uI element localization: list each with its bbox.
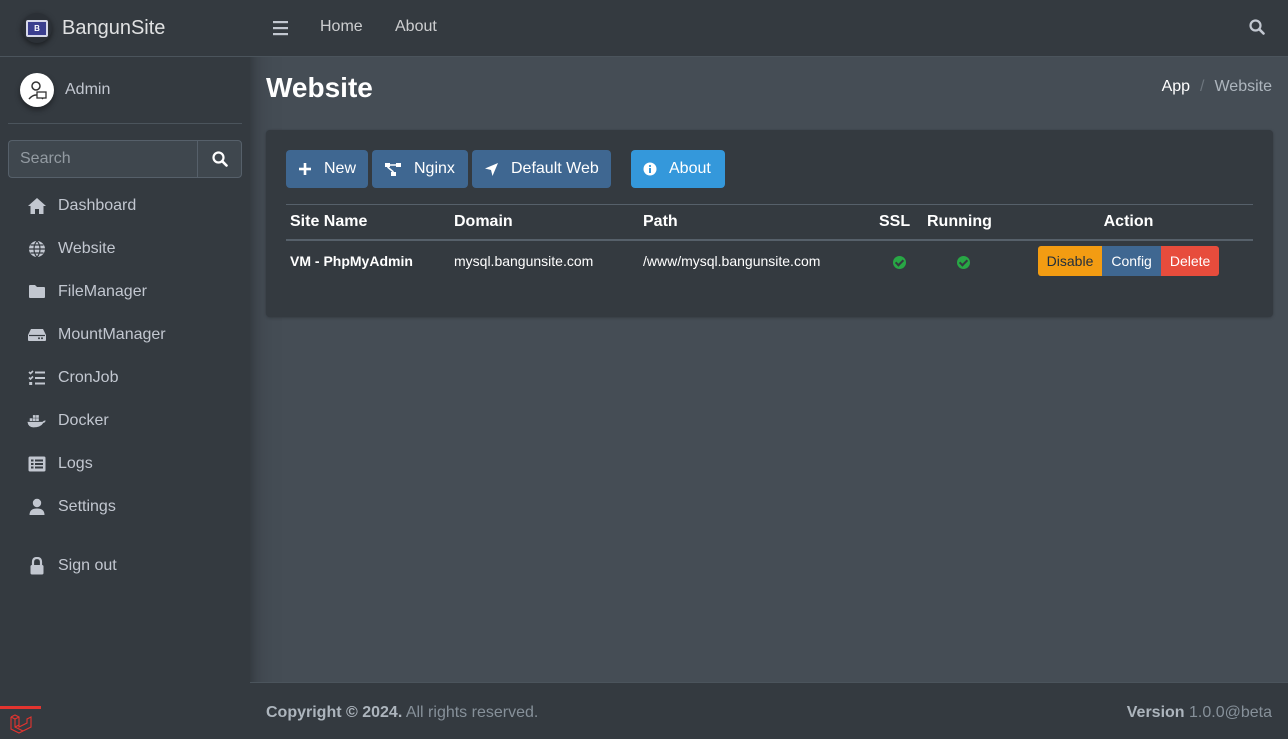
list-alt-icon: [27, 454, 47, 474]
hdd-icon: [27, 325, 47, 345]
plus-icon: [298, 162, 312, 176]
sidebar-item-label: FileManager: [58, 282, 147, 300]
navbar-search-button[interactable]: [1249, 19, 1265, 40]
default-web-button[interactable]: Default Web: [472, 150, 611, 188]
column-header-domain[interactable]: Domain: [450, 204, 639, 241]
sidebar-item-mountmanager[interactable]: MountManager: [8, 313, 242, 356]
sidebar-search: [8, 140, 242, 178]
top-navbar: Home About: [250, 0, 1288, 57]
tasks-icon: [27, 368, 47, 388]
column-header-action[interactable]: Action: [1004, 204, 1253, 241]
row-action-group: Disable Config Delete: [1037, 246, 1220, 276]
search-icon: [1249, 19, 1265, 35]
default-web-button-label: Default Web: [511, 160, 599, 177]
footer-version: Version 1.0.0@beta: [1127, 704, 1272, 722]
website-table: Site Name Domain Path SSL Running Action…: [286, 204, 1253, 282]
cell-site-name: VM - PhpMyAdmin: [290, 253, 413, 269]
table-row: VM - PhpMyAdmin mysql.bangunsite.com /ww…: [286, 240, 1253, 282]
search-icon: [211, 151, 228, 167]
user-name: Admin: [65, 81, 111, 98]
check-circle-icon: [892, 255, 906, 269]
brand-link[interactable]: B BangunSite: [0, 0, 250, 57]
cell-action: Disable Config Delete: [1004, 240, 1253, 282]
brand-name: BangunSite: [62, 16, 166, 39]
user-icon: [27, 497, 47, 517]
sidebar-item-website[interactable]: Website: [8, 227, 242, 270]
brand-logo-letter: B: [26, 19, 48, 37]
column-header-path[interactable]: Path: [639, 204, 875, 241]
sidebar-item-signout[interactable]: Sign out: [8, 544, 242, 587]
project-diagram-icon: [384, 162, 402, 177]
globe-icon: [27, 239, 47, 259]
website-card: New Nginx Default Web About Site Name Do…: [266, 130, 1273, 317]
nginx-button[interactable]: Nginx: [372, 150, 468, 188]
breadcrumb: App / Website: [1162, 78, 1272, 96]
sidebar-item-label: Sign out: [58, 556, 117, 574]
check-circle-icon: [957, 255, 970, 269]
main-footer: Copyright © 2024. All rights reserved. V…: [250, 682, 1288, 739]
sidebar-item-label: Settings: [58, 497, 116, 515]
debugbar-toggle[interactable]: [0, 706, 41, 739]
sidebar-item-cronjob[interactable]: CronJob: [8, 356, 242, 399]
new-button[interactable]: New: [286, 150, 368, 188]
sidebar-item-dashboard[interactable]: Dashboard: [8, 184, 242, 227]
sidebar-item-filemanager[interactable]: FileManager: [8, 270, 242, 313]
folder-icon: [27, 282, 47, 302]
page-title: Website: [266, 72, 373, 103]
brand-logo-icon: B: [22, 13, 52, 43]
sidebar-nav: Dashboard Website FileManager MountManag…: [8, 184, 242, 587]
cell-domain: mysql.bangunsite.com: [454, 253, 594, 269]
column-header-site-name[interactable]: Site Name: [286, 204, 450, 241]
nav-link-home[interactable]: Home: [320, 18, 363, 36]
footer-copyright: Copyright © 2024. All rights reserved.: [266, 704, 538, 722]
rights-text: All rights reserved.: [405, 704, 539, 721]
nginx-button-label: Nginx: [414, 160, 455, 177]
sidebar-item-label: Logs: [58, 454, 93, 472]
copyright-text: Copyright © 2024.: [266, 704, 403, 721]
disable-button[interactable]: Disable: [1037, 246, 1103, 276]
breadcrumb-separator: /: [1200, 78, 1205, 95]
sidebar-item-label: Docker: [58, 411, 109, 429]
sidebar-search-button[interactable]: [197, 140, 242, 178]
column-header-running[interactable]: Running: [923, 204, 1004, 241]
avatar: [20, 73, 54, 107]
docker-icon: [27, 411, 47, 431]
location-arrow-icon: [484, 162, 499, 177]
main-sidebar: B BangunSite Admin Dashboard: [0, 0, 250, 739]
about-button[interactable]: About: [631, 150, 725, 188]
breadcrumb-app[interactable]: App: [1162, 78, 1190, 96]
nav-link-about[interactable]: About: [395, 18, 437, 36]
hamburger-icon: [273, 21, 288, 36]
home-icon: [27, 196, 47, 216]
menu-toggle-button[interactable]: [273, 19, 289, 37]
sidebar-search-input[interactable]: [8, 140, 197, 178]
user-panel[interactable]: Admin: [8, 57, 242, 124]
user-avatar-icon: [28, 81, 47, 100]
cell-path: /www/mysql.bangunsite.com: [643, 253, 821, 269]
sidebar-item-label: CronJob: [58, 368, 119, 386]
version-value: 1.0.0@beta: [1189, 704, 1272, 721]
sidebar-item-label: Website: [58, 239, 116, 257]
sidebar-item-label: Dashboard: [58, 196, 137, 214]
version-label: Version: [1126, 704, 1185, 721]
column-header-ssl[interactable]: SSL: [875, 204, 923, 241]
sidebar-item-label: MountManager: [58, 325, 166, 343]
sidebar-item-docker[interactable]: Docker: [8, 399, 242, 442]
info-circle-icon: [643, 162, 657, 176]
config-button[interactable]: Config: [1102, 246, 1161, 276]
about-button-label: About: [669, 160, 711, 177]
cell-ssl: [875, 240, 923, 282]
sidebar-item-settings[interactable]: Settings: [8, 485, 242, 528]
breadcrumb-current: Website: [1214, 78, 1272, 95]
laravel-icon: [9, 714, 32, 734]
lock-icon: [27, 556, 47, 576]
table-header-row: Site Name Domain Path SSL Running Action: [286, 204, 1253, 241]
new-button-label: New: [324, 160, 357, 177]
sidebar-item-logs[interactable]: Logs: [8, 442, 242, 485]
cell-running: [923, 240, 1004, 282]
delete-button[interactable]: Delete: [1160, 246, 1220, 276]
